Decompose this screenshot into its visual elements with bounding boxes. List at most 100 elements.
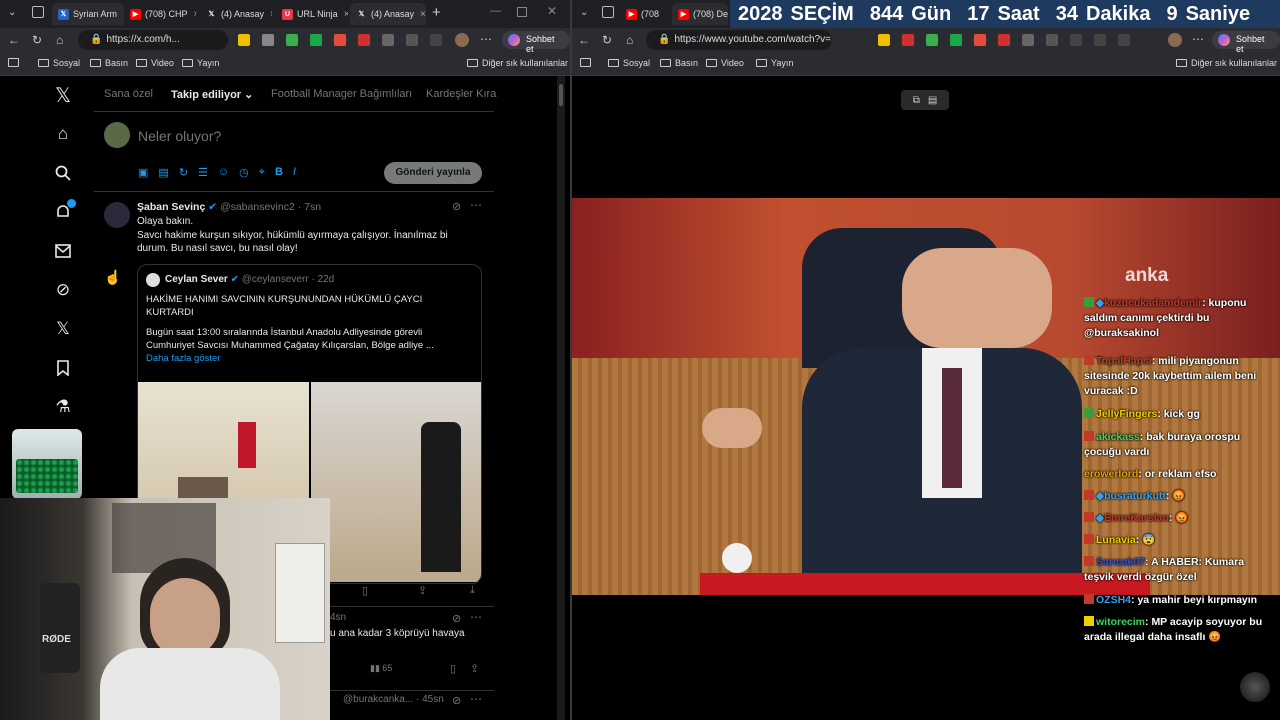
post-button[interactable]: Gönderi yayınla [384,162,482,184]
pip-icon[interactable]: ⧉ [913,95,920,106]
extension-icon[interactable] [262,34,274,46]
extension-icon[interactable] [974,34,986,46]
workspaces-icon[interactable] [602,6,614,18]
avatar[interactable] [455,33,469,47]
x-logo-icon[interactable]: 𝕏 [52,84,74,107]
tab-4[interactable]: 𝕏 (4) Anasay × [350,3,426,25]
new-tab-icon[interactable]: + [432,4,441,21]
tab-0[interactable]: 𝕏 Syrian Arm × [52,3,124,25]
back-icon[interactable]: ← [578,33,590,47]
favorites-icon[interactable] [430,34,442,46]
other-bookmarks[interactable]: Diğer sık kullanılanlar [467,58,568,68]
tab-1[interactable]: ▶ (708) De [672,3,728,25]
extension-icon[interactable] [286,34,298,46]
share-icon[interactable]: ⇪ [470,662,479,675]
close-icon[interactable]: × [270,9,272,20]
bookmark-folder[interactable]: Video [136,58,174,68]
notifications-icon[interactable] [52,199,76,223]
channel-logo[interactable] [1240,672,1270,702]
media-icon[interactable]: ▣ [138,166,148,179]
extension-icon[interactable] [238,34,250,46]
url-field[interactable]: 🔒 https://www.youtube.com/watch?v=... [646,30,832,50]
quote-image-man[interactable] [311,382,481,582]
copilot-button[interactable]: Sohbet et [502,31,570,54]
bookmark-folder[interactable]: Sosyal [38,58,80,68]
show-more-link[interactable]: Daha fazla göster [146,352,476,365]
extension-icon[interactable] [334,34,346,46]
tab-list-fm[interactable]: Football Manager Bağımlıları [271,88,412,100]
grok-icon[interactable]: ↻ [179,166,188,179]
collections-icon[interactable] [1094,34,1106,46]
italic-icon[interactable]: I [293,166,296,179]
extension-icon[interactable] [878,34,890,46]
compose-input[interactable]: Neler oluyor? [138,128,221,144]
home-icon[interactable]: ⌂ [56,33,63,47]
maximize-icon[interactable] [517,7,527,17]
gif-icon[interactable]: ▤ [158,166,168,179]
scrollbar[interactable] [557,76,565,720]
reading-list-icon[interactable] [8,58,19,67]
avatar[interactable] [1168,33,1182,47]
lab-icon[interactable]: ⚗ [52,396,74,418]
tab-2[interactable]: 𝕏 (4) Anasay × [200,3,272,25]
bookmark-folder[interactable]: Basın [90,58,128,68]
poll-icon[interactable]: ☰ [198,166,208,179]
location-icon[interactable]: ⌖ [259,166,265,179]
bold-icon[interactable]: B [275,166,283,179]
tab-0[interactable]: ▶ (708 [620,3,670,25]
minimize-icon[interactable]: — [490,5,501,17]
extension-icon[interactable] [950,34,962,46]
extension-icon[interactable] [382,34,394,46]
scrollbar-thumb[interactable] [559,84,563,106]
url-field[interactable]: 🔒 https://x.com/h... [78,30,228,50]
copilot-button[interactable]: Sohbet et [1212,31,1280,54]
split-screen-icon[interactable] [1046,34,1058,46]
tab-1[interactable]: ▶ (708) CHP × [124,3,196,25]
tab-for-you[interactable]: Sana özel [104,88,153,100]
downloads-icon[interactable] [1118,34,1130,46]
close-window-icon[interactable]: ✕ [547,4,557,18]
premium-icon[interactable]: 𝕏 [52,318,74,340]
tab-following[interactable]: Takip ediliyor ⌄ [171,88,253,101]
grok-icon[interactable]: ⊘ [452,694,461,707]
share-icon[interactable]: ⇪ [418,584,427,597]
tab-actions-icon[interactable]: ⌄ [8,7,16,18]
bookmark-folder[interactable]: Yayın [182,58,219,68]
notes-icon[interactable]: ▤ [928,95,937,106]
extension-icon[interactable] [1022,34,1034,46]
workspaces-icon[interactable] [32,6,44,18]
home-icon[interactable]: ⌂ [626,33,633,47]
back-icon[interactable]: ← [8,33,20,47]
extension-icon[interactable] [998,34,1010,46]
emoji-icon[interactable]: ☺ [218,166,229,179]
extension-icon[interactable] [902,34,914,46]
grok-icon[interactable]: ⊘ [452,612,461,625]
tab-actions-icon[interactable]: ⌄ [580,7,588,18]
home-icon[interactable]: ⌂ [52,123,74,145]
split-screen-icon[interactable] [406,34,418,46]
grok-icon[interactable]: ⊘ [52,279,74,301]
reading-list-icon[interactable] [580,58,591,67]
extension-icon[interactable] [926,34,938,46]
more-icon[interactable]: ⋯ [470,692,482,706]
tab-3[interactable]: U URL Ninja × [276,3,348,25]
avatar[interactable] [104,202,130,228]
close-icon[interactable]: × [194,9,196,20]
more-icon[interactable]: ⋯ [1192,32,1204,46]
more-icon[interactable]: ⋯ [470,610,482,624]
tab-list-kardesler[interactable]: Kardeşler Kıra [426,88,496,100]
other-bookmarks[interactable]: Diğer sık kullanılanlar [1176,58,1277,68]
bookmark-folder[interactable]: Basın [660,58,698,68]
extension-icon[interactable] [358,34,370,46]
bookmark-folder[interactable]: Sosyal [608,58,650,68]
schedule-icon[interactable]: ◷ [239,166,249,179]
bookmark-folder[interactable]: Yayın [756,58,793,68]
refresh-icon[interactable]: ↻ [602,33,612,47]
grok-icon[interactable]: ⊘ [452,200,461,213]
bookmarks-icon[interactable] [52,357,74,379]
refresh-icon[interactable]: ↻ [32,33,42,47]
messages-icon[interactable] [52,240,74,262]
more-icon[interactable]: ⋯ [480,32,492,46]
search-icon[interactable] [52,162,74,184]
bookmark-icon[interactable]: ▯ [450,662,456,675]
